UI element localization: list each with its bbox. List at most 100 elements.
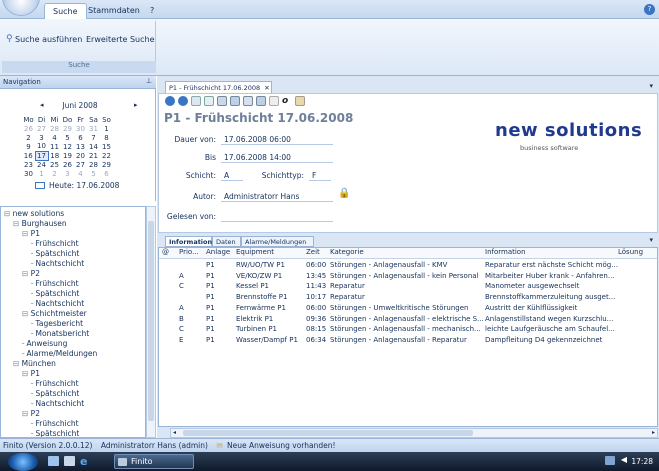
collapse-icon[interactable]: ⊟: [4, 209, 13, 218]
grid-column-header[interactable]: Zeit: [306, 248, 320, 256]
calendar-day[interactable]: 27: [74, 160, 87, 169]
grid-scroll-thumb[interactable]: [183, 430, 473, 436]
calendar-day[interactable]: 12: [61, 142, 74, 151]
calendar-day[interactable]: 18: [48, 151, 61, 160]
tree-item[interactable]: ╴Spätschicht: [31, 289, 79, 298]
collapse-icon[interactable]: ⊟: [13, 219, 22, 228]
calendar-day[interactable]: 28: [87, 160, 100, 169]
tree-item[interactable]: ⊟ P1: [22, 369, 40, 378]
calendar-day[interactable]: 16: [22, 151, 35, 160]
show-desktop-icon[interactable]: [48, 456, 59, 466]
grid-column-header[interactable]: Lösung: [618, 248, 643, 256]
calendar-day[interactable]: 19: [61, 151, 74, 160]
tree-item[interactable]: ╴Spätschicht: [31, 389, 79, 398]
grid-column-header[interactable]: @: [162, 248, 169, 256]
bis-field[interactable]: 17.06.2008 14:00: [221, 152, 333, 163]
tree-item[interactable]: ⊟ Burghausen: [13, 219, 67, 228]
calendar-day[interactable]: 25: [48, 160, 61, 169]
network-icon[interactable]: [605, 456, 615, 465]
tab-alarme-meldungen[interactable]: Alarme/Meldungen: [241, 236, 314, 247]
collapse-icon[interactable]: ⊟: [22, 369, 31, 378]
calendar-day[interactable]: 30: [74, 124, 87, 133]
close-icon[interactable]: ✕: [264, 84, 269, 92]
calendar-day[interactable]: 29: [61, 124, 74, 133]
start-button[interactable]: [8, 453, 38, 471]
notes-icon[interactable]: [295, 96, 305, 106]
calendar-day[interactable]: 7: [87, 133, 100, 142]
volume-icon[interactable]: ◀: [621, 455, 627, 464]
calendar-day[interactable]: 26: [22, 124, 35, 133]
calendar-day[interactable]: 6: [74, 133, 87, 142]
tree-item[interactable]: ╴Frühschicht: [31, 379, 79, 388]
tab-information[interactable]: Information: [165, 236, 212, 247]
calendar-day[interactable]: 17: [34, 150, 49, 161]
tree-item[interactable]: ╴Spätschicht: [31, 249, 79, 258]
calendar-day[interactable]: 2: [22, 133, 35, 142]
print-preview-icon[interactable]: [217, 96, 227, 106]
grid-horizontal-scrollbar[interactable]: ◂ ▸: [170, 428, 658, 438]
attachment-icon[interactable]: [269, 96, 279, 106]
clock[interactable]: 17:28: [631, 457, 653, 466]
collapse-icon[interactable]: ⊟: [22, 269, 31, 278]
calendar-day[interactable]: 5: [87, 169, 100, 178]
calendar-day[interactable]: 9: [22, 142, 35, 151]
calendar-day[interactable]: 20: [74, 151, 87, 160]
calendar-day[interactable]: 21: [87, 151, 100, 160]
table-row[interactable]: [159, 281, 657, 291]
gelesen-von-field[interactable]: [221, 211, 333, 222]
tree-item[interactable]: ╴Nachtschicht: [31, 299, 84, 308]
tree-item[interactable]: ╴Alarme/Meldungen: [22, 349, 97, 358]
calendar-day[interactable]: 22: [100, 151, 113, 160]
scroll-left-icon[interactable]: ◂: [173, 429, 176, 436]
calendar-day[interactable]: 30: [22, 169, 35, 178]
browser-icon[interactable]: e: [80, 455, 87, 468]
export-icon[interactable]: [256, 96, 266, 106]
calendar-day[interactable]: 23: [22, 160, 35, 169]
chevron-down-icon[interactable]: ▾: [649, 82, 653, 90]
tree-scrollbar[interactable]: [146, 206, 156, 438]
forward-icon[interactable]: [178, 96, 188, 106]
dauer-von-field[interactable]: 17.06.2008 06:00: [221, 134, 333, 145]
tree-item[interactable]: ╴Frühschicht: [31, 279, 79, 288]
calendar-day[interactable]: 3: [35, 133, 48, 142]
explorer-icon[interactable]: [64, 456, 75, 466]
tree-item[interactable]: ╴Tagesbericht: [31, 319, 83, 328]
print-icon[interactable]: [230, 96, 240, 106]
calendar-day[interactable]: 24: [35, 160, 48, 169]
grid-column-header[interactable]: Information: [485, 248, 526, 256]
calendar-day[interactable]: 10: [35, 142, 48, 151]
taskbar-finito[interactable]: Finito: [114, 454, 194, 469]
tab-stammdaten[interactable]: Stammdaten: [80, 3, 148, 19]
tab-help[interactable]: ?: [142, 3, 162, 19]
calendar-day[interactable]: 4: [48, 133, 61, 142]
tree-item[interactable]: ╴Spätschicht: [31, 429, 79, 437]
collapse-icon[interactable]: ⊟: [22, 229, 31, 238]
calendar-day[interactable]: 3: [61, 169, 74, 178]
schichttyp-field[interactable]: F: [309, 170, 331, 181]
calendar-day[interactable]: 11: [48, 142, 61, 151]
new-document-icon[interactable]: [191, 96, 201, 106]
tree-item[interactable]: ╴Frühschicht: [31, 419, 79, 428]
grid-chevron-down-icon[interactable]: ▾: [649, 236, 653, 244]
tab-daten[interactable]: Daten: [212, 236, 241, 247]
calendar-day[interactable]: 2: [48, 169, 61, 178]
tree-item[interactable]: ⊟ Schichtmeister: [22, 309, 87, 318]
tree-item[interactable]: ╴Nachtschicht: [31, 399, 84, 408]
tree-item[interactable]: ╴Monatsbericht: [31, 329, 89, 338]
collapse-icon[interactable]: ⊟: [22, 409, 31, 418]
search-execute-button[interactable]: Suche ausführen: [15, 35, 82, 44]
status-message[interactable]: Neue Anweisung vorhanden!: [227, 441, 335, 450]
today-link[interactable]: Heute: 17.06.2008: [49, 181, 119, 190]
refresh-icon[interactable]: [204, 96, 214, 106]
grid-column-header[interactable]: Kategorie: [330, 248, 364, 256]
calendar-day[interactable]: 27: [35, 124, 48, 133]
back-icon[interactable]: [165, 96, 175, 106]
help-icon[interactable]: ?: [644, 4, 655, 15]
calendar-day[interactable]: 4: [74, 169, 87, 178]
advanced-search-button[interactable]: Erweiterte Suche: [86, 35, 155, 44]
grid-column-header[interactable]: Equipment: [236, 248, 274, 256]
calendar-day[interactable]: 13: [74, 142, 87, 151]
calendar-day[interactable]: 15: [100, 142, 113, 151]
calendar-prev-icon[interactable]: ◂: [40, 101, 44, 109]
document-tab[interactable]: P1 - Frühschicht 17.06.2008 ✕: [165, 81, 272, 93]
